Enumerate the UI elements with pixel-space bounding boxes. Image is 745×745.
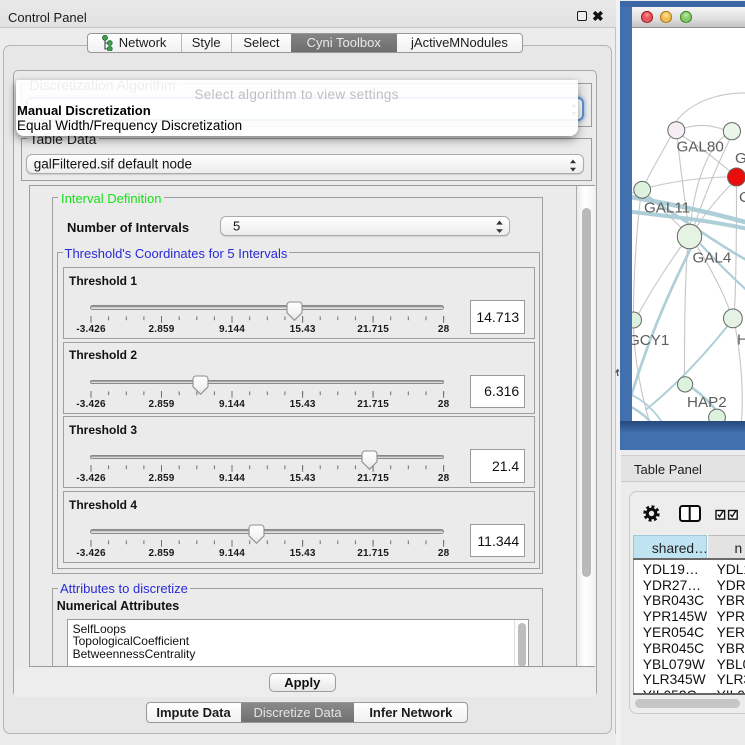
- svg-text:HAP2: HAP2: [687, 394, 727, 411]
- svg-text:GCY1: GCY1: [632, 332, 669, 349]
- svg-text:GA: GA: [734, 150, 745, 167]
- svg-text:GAL4: GAL4: [692, 249, 731, 266]
- svg-text:H: H: [736, 331, 745, 348]
- svg-text:GAL11: GAL11: [644, 199, 690, 216]
- svg-text:C: C: [738, 189, 745, 206]
- svg-text:GAL80: GAL80: [676, 138, 723, 155]
